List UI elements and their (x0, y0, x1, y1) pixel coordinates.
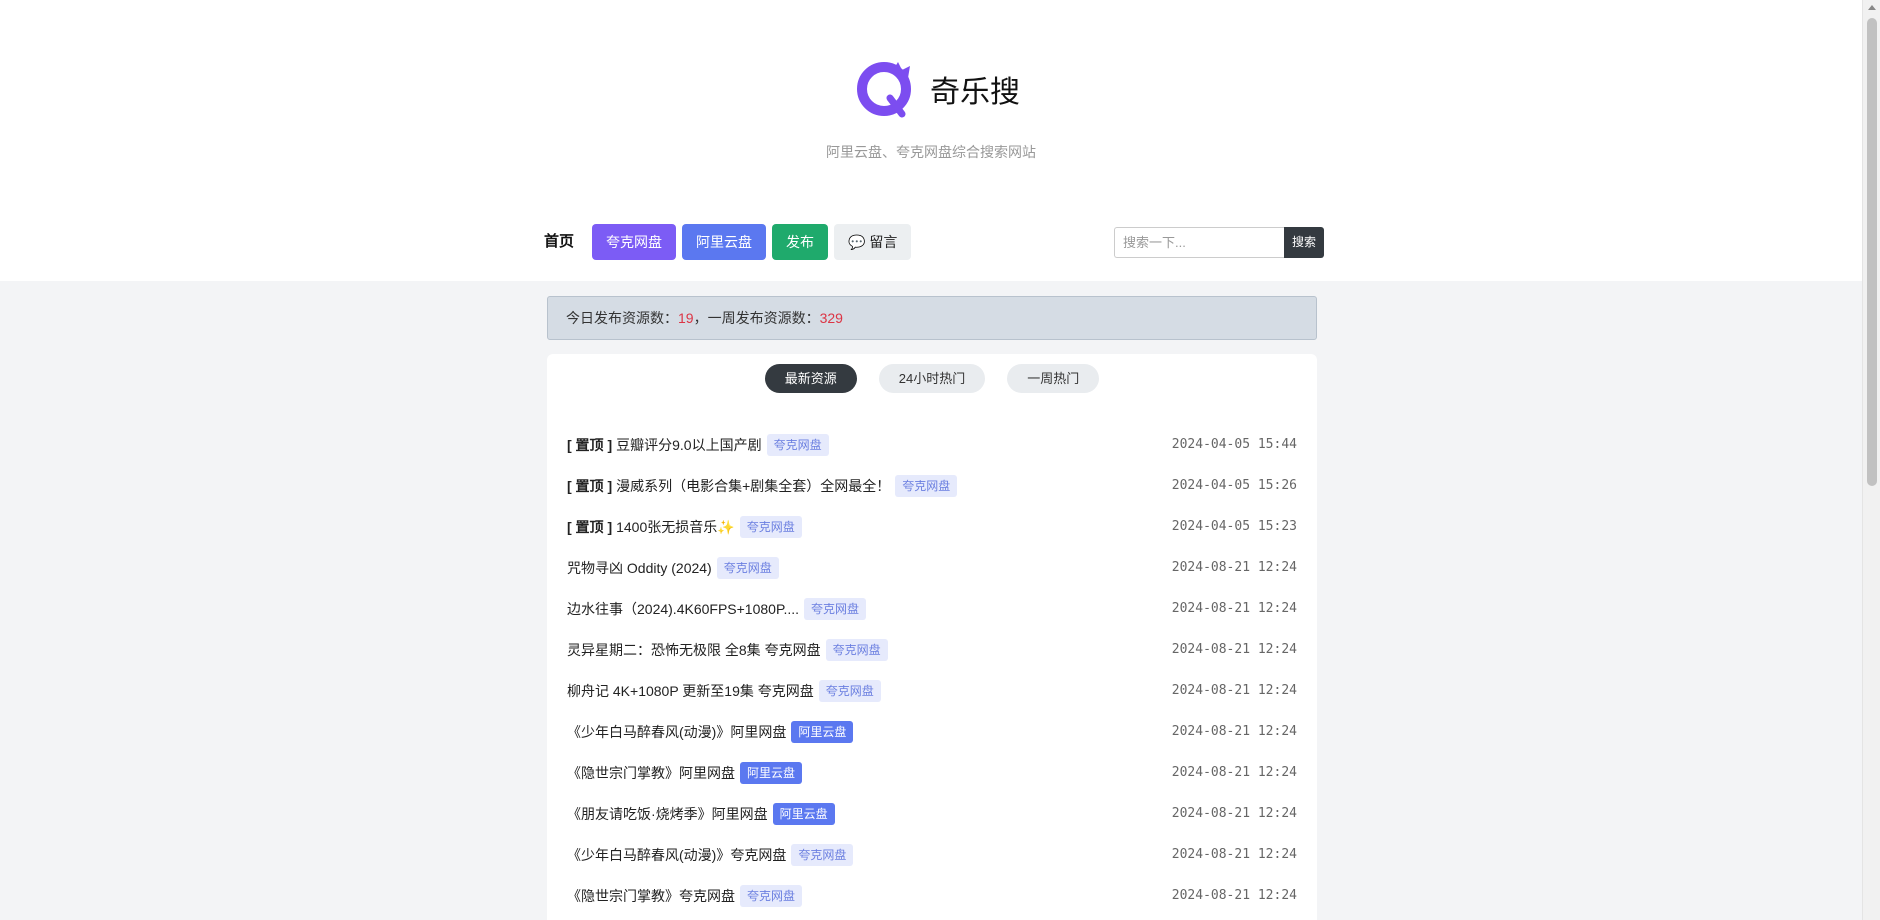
resource-title[interactable]: 咒物寻凶 Oddity (2024) (567, 558, 712, 578)
list-item[interactable]: 《隐世宗门掌教》夸克网盘 夸克网盘 2024-08-21 12:24 (567, 875, 1297, 916)
resource-title[interactable]: 《隐世宗门掌教》夸克网盘 (567, 886, 735, 906)
list-item[interactable]: [ 置顶 ] 豆瓣评分9.0以上国产剧 夸克网盘 2024-04-05 15:44 (567, 424, 1297, 465)
search-button[interactable]: 搜索 (1284, 227, 1324, 258)
stats-today-count: 19 (678, 310, 694, 326)
list-item[interactable]: 边水往事（2024).4K60FPS+1080P.... 夸克网盘 2024-08… (567, 588, 1297, 629)
stats-separator: ， (693, 310, 708, 326)
search-form: 搜索 (1114, 227, 1324, 258)
resource-date: 2024-08-21 12:24 (1171, 888, 1297, 903)
site-logo[interactable]: 奇乐搜 (854, 58, 1020, 120)
resource-tag: 夸克网盘 (895, 474, 958, 497)
resource-title[interactable]: 边水往事（2024).4K60FPS+1080P.... (567, 599, 799, 619)
resource-title[interactable]: 《朋友请吃饭·烧烤季》阿里网盘 (567, 804, 768, 824)
resource-date: 2024-08-21 12:24 (1171, 560, 1297, 575)
resource-title[interactable]: 柳舟记 4K+1080P 更新至19集 夸克网盘 (567, 681, 814, 701)
stats-today-label: 今日发布资源数： (566, 310, 678, 326)
resource-tag: 夸克网盘 (818, 679, 881, 702)
nav-publish-button[interactable]: 发布 (772, 224, 829, 260)
site-header: 奇乐搜 阿里云盘、夸克网盘综合搜索网站 首页 夸克网盘 阿里云盘 发布 💬 留言… (0, 0, 1862, 281)
speech-bubble-icon: 💬 (848, 234, 866, 250)
resource-list: [ 置顶 ] 豆瓣评分9.0以上国产剧 夸克网盘 2024-04-05 15:44 … (567, 424, 1297, 916)
nav-home[interactable]: 首页 (540, 224, 586, 260)
nav-quark-button[interactable]: 夸克网盘 (592, 224, 677, 260)
tab-week-hot[interactable]: 一周热门 (1007, 364, 1100, 393)
resource-tabs: 最新资源 24小时热门 一周热门 (547, 364, 1317, 393)
logo-icon (857, 62, 911, 118)
list-item[interactable]: 灵异星期二：恐怖无极限 全8集 夸克网盘 夸克网盘 2024-08-21 12:2… (567, 629, 1297, 670)
tab-latest[interactable]: 最新资源 (764, 364, 857, 393)
resource-date: 2024-08-21 12:24 (1171, 765, 1297, 780)
list-item[interactable]: 《少年白马醉春风(动漫)》夸克网盘 夸克网盘 2024-08-21 12:24 (567, 834, 1297, 875)
resource-date: 2024-04-05 15:26 (1171, 478, 1297, 493)
resource-date: 2024-08-21 12:24 (1171, 847, 1297, 862)
resource-date: 2024-08-21 12:24 (1171, 724, 1297, 739)
site-name: 奇乐搜 (930, 75, 1020, 110)
search-input[interactable] (1114, 227, 1284, 258)
resource-title[interactable]: 《隐世宗门掌教》阿里网盘 (567, 763, 735, 783)
list-item[interactable]: 柳舟记 4K+1080P 更新至19集 夸克网盘 夸克网盘 2024-08-21 … (567, 670, 1297, 711)
scroll-up-arrow-icon[interactable] (1868, 5, 1876, 10)
site-tagline: 阿里云盘、夸克网盘综合搜索网站 (826, 144, 1036, 160)
resource-title[interactable]: 豆瓣评分9.0以上国产剧 (616, 435, 761, 455)
stats-week-count: 329 (819, 310, 843, 326)
resource-tag: 夸克网盘 (791, 843, 854, 866)
resource-tag: 夸克网盘 (766, 433, 829, 456)
tab-24h-hot[interactable]: 24小时热门 (878, 364, 986, 393)
resource-tag: 夸克网盘 (804, 597, 867, 620)
resource-date: 2024-08-21 12:24 (1171, 683, 1297, 698)
main-nav: 首页 夸克网盘 阿里云盘 发布 💬 留言 (540, 224, 912, 260)
resource-date: 2024-08-21 12:24 (1171, 642, 1297, 657)
stats-week-label: 一周发布资源数： (707, 310, 820, 326)
nav-message-button[interactable]: 💬 留言 (834, 224, 912, 260)
resource-date: 2024-04-05 15:23 (1171, 519, 1297, 534)
resource-panel: 最新资源 24小时热门 一周热门 [ 置顶 ] 豆瓣评分9.0以上国产剧 夸克网盘 … (547, 354, 1317, 920)
resource-title[interactable]: 《少年白马醉春风(动漫)》阿里网盘 (567, 722, 786, 742)
resource-title[interactable]: 灵异星期二：恐怖无极限 全8集 夸克网盘 (567, 640, 821, 660)
resource-date: 2024-04-05 15:44 (1171, 437, 1297, 452)
resource-tag: 夸克网盘 (740, 884, 803, 907)
resource-title[interactable]: 《少年白马醉春风(动漫)》夸克网盘 (567, 845, 786, 865)
list-item[interactable]: 《朋友请吃饭·烧烤季》阿里网盘 阿里云盘 2024-08-21 12:24 (567, 793, 1297, 834)
resource-tag: 阿里云盘 (791, 720, 854, 743)
pinned-label: [ 置顶 ] (567, 477, 613, 494)
list-item[interactable]: 《少年白马醉春风(动漫)》阿里网盘 阿里云盘 2024-08-21 12:24 (567, 711, 1297, 752)
resource-title[interactable]: 1400张无损音乐✨ (616, 517, 735, 537)
stats-bar: 今日发布资源数：19，一周发布资源数：329 (547, 296, 1317, 340)
list-item[interactable]: 咒物寻凶 Oddity (2024) 夸克网盘 2024-08-21 12:24 (567, 547, 1297, 588)
resource-tag: 夸克网盘 (825, 638, 888, 661)
pinned-label: [ 置顶 ] (567, 436, 613, 453)
resource-tag: 夸克网盘 (716, 556, 779, 579)
page-scrollbar[interactable] (1862, 0, 1880, 920)
nav-message-label: 留言 (869, 234, 898, 250)
resource-tag: 阿里云盘 (772, 802, 835, 825)
resource-date: 2024-08-21 12:24 (1171, 806, 1297, 821)
pinned-label: [ 置顶 ] (567, 518, 613, 535)
list-item[interactable]: 《隐世宗门掌教》阿里网盘 阿里云盘 2024-08-21 12:24 (567, 752, 1297, 793)
resource-tag: 夸克网盘 (739, 515, 802, 538)
resource-tag: 阿里云盘 (740, 761, 803, 784)
list-item[interactable]: [ 置顶 ] 漫威系列（电影合集+剧集全套）全网最全！ 夸克网盘 2024-04-0… (567, 465, 1297, 506)
list-item[interactable]: [ 置顶 ] 1400张无损音乐✨ 夸克网盘 2024-04-05 15:23 (567, 506, 1297, 547)
scrollbar-thumb[interactable] (1867, 18, 1877, 486)
nav-ali-button[interactable]: 阿里云盘 (682, 224, 767, 260)
resource-title[interactable]: 漫威系列（电影合集+剧集全套）全网最全！ (616, 476, 890, 496)
resource-date: 2024-08-21 12:24 (1171, 601, 1297, 616)
